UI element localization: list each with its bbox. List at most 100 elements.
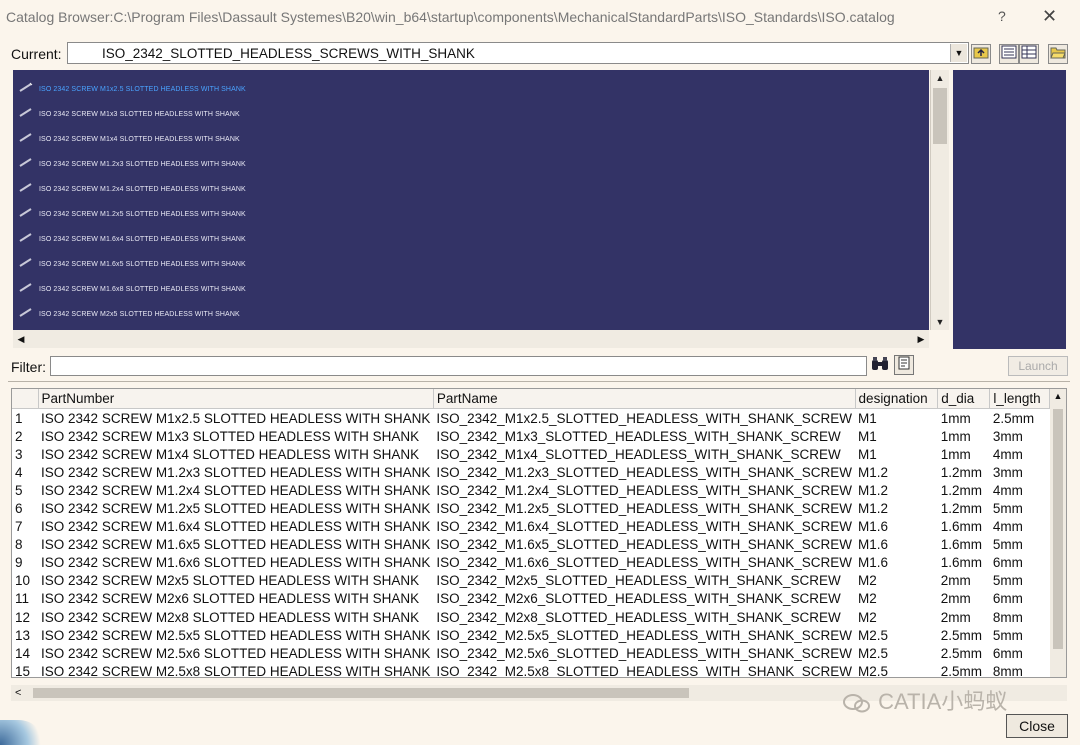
cell-l-length: 6mm bbox=[992, 591, 1023, 607]
cell-designation: M1.2 bbox=[858, 464, 889, 480]
table-row[interactable]: 6 ISO 2342 SCREW M1.2x5 SLOTTED HEADLESS … bbox=[12, 499, 1066, 517]
cell-d-dia: 2.5mm bbox=[940, 627, 983, 643]
table-row[interactable]: 13 ISO 2342 SCREW M2.5x5 SLOTTED HEADLESS… bbox=[12, 626, 1066, 644]
detail-view-icon[interactable] bbox=[1019, 44, 1039, 64]
launch-button[interactable]: Launch bbox=[1008, 356, 1068, 376]
scroll-up-arrow-icon[interactable]: ▲ bbox=[931, 70, 949, 86]
preview-item-label: ISO 2342 SCREW M1x4 SLOTTED HEADLESS WIT… bbox=[39, 136, 240, 143]
cell-designation: M1.2 bbox=[858, 501, 889, 517]
preview-item[interactable]: ISO 2342 SCREW M1x3 SLOTTED HEADLESS WIT… bbox=[13, 103, 929, 125]
table-row[interactable]: 5 ISO 2342 SCREW M1.2x4 SLOTTED HEADLESS … bbox=[12, 481, 1066, 499]
scroll-right-arrow-icon[interactable]: ▶ bbox=[913, 330, 929, 348]
parts-table[interactable]: PartNumber PartName designation d_dia l_… bbox=[11, 388, 1067, 678]
preview-horizontal-scrollbar[interactable]: ◀ ▶ bbox=[13, 330, 929, 348]
cell-index: 5 bbox=[15, 482, 23, 498]
cell-d-dia: 1.6mm bbox=[940, 519, 983, 535]
cell-index: 11 bbox=[15, 591, 30, 607]
pencil-icon bbox=[19, 82, 33, 92]
current-value: ISO_2342_SLOTTED_HEADLESS_SCREWS_WITH_SH… bbox=[102, 46, 475, 61]
column-header-partname[interactable]: PartName bbox=[433, 389, 856, 409]
table-row[interactable]: 9 ISO 2342 SCREW M1.6x6 SLOTTED HEADLESS … bbox=[12, 554, 1066, 572]
help-button[interactable]: ? bbox=[998, 8, 1006, 24]
preview-item-label: ISO 2342 SCREW M1.6x5 SLOTTED HEADLESS W… bbox=[39, 261, 246, 268]
pencil-icon bbox=[19, 308, 32, 317]
cell-l-length: 5mm bbox=[992, 627, 1023, 643]
column-header-l-length[interactable]: l_length bbox=[989, 389, 1051, 409]
current-combo[interactable]: ISO_2342_SLOTTED_HEADLESS_SCREWS_WITH_SH… bbox=[67, 42, 969, 64]
folder-up-icon[interactable] bbox=[971, 44, 991, 64]
table-row[interactable]: 2 ISO 2342 SCREW M1x3 SLOTTED HEADLESS WI… bbox=[12, 427, 1066, 445]
cell-partnumber: ISO 2342 SCREW M1.2x4 SLOTTED HEADLESS W… bbox=[41, 482, 431, 498]
cell-d-dia: 2mm bbox=[940, 609, 971, 625]
cell-index: 6 bbox=[15, 501, 23, 517]
preview-item[interactable]: ISO 2342 SCREW M1x4 SLOTTED HEADLESS WIT… bbox=[13, 128, 929, 150]
scroll-thumb[interactable] bbox=[1053, 409, 1063, 649]
preview-panel[interactable]: ISO 2342 SCREW M1x2.5 SLOTTED HEADLESS W… bbox=[13, 70, 929, 330]
table-vertical-scrollbar[interactable]: ▲ bbox=[1050, 389, 1066, 677]
cell-partnumber: ISO 2342 SCREW M1x3 SLOTTED HEADLESS WIT… bbox=[41, 428, 420, 444]
preview-item[interactable]: ISO 2342 SCREW M1.6x4 SLOTTED HEADLESS W… bbox=[13, 228, 929, 250]
preview-item[interactable]: ISO 2342 SCREW M1.2x5 SLOTTED HEADLESS W… bbox=[13, 203, 929, 225]
filter-options-icon[interactable] bbox=[894, 355, 914, 375]
scroll-down-arrow-icon[interactable]: ▼ bbox=[931, 314, 949, 330]
column-header-index[interactable] bbox=[12, 389, 39, 409]
preview-item[interactable]: ISO 2342 SCREW M1.2x4 SLOTTED HEADLESS W… bbox=[13, 178, 929, 200]
chevron-down-icon[interactable]: ▼ bbox=[950, 44, 967, 62]
cell-partnumber: ISO 2342 SCREW M1.6x4 SLOTTED HEADLESS W… bbox=[41, 519, 431, 535]
scroll-left-arrow-icon[interactable]: ◀ bbox=[13, 330, 29, 348]
pencil-icon bbox=[19, 183, 32, 192]
table-row[interactable]: 10 ISO 2342 SCREW M2x5 SLOTTED HEADLESS W… bbox=[12, 572, 1066, 590]
scroll-thumb[interactable] bbox=[33, 688, 689, 698]
table-row[interactable]: 12 ISO 2342 SCREW M2x8 SLOTTED HEADLESS W… bbox=[12, 608, 1066, 626]
pencil-icon bbox=[19, 108, 32, 117]
column-header-d-dia[interactable]: d_dia bbox=[937, 389, 991, 409]
scroll-up-arrow-icon[interactable]: ▲ bbox=[1050, 391, 1066, 401]
scroll-left-arrow-icon[interactable]: < bbox=[15, 685, 21, 701]
preview-vertical-scrollbar[interactable]: ▲ ▼ bbox=[930, 70, 949, 330]
cell-d-dia: 2.5mm bbox=[940, 645, 983, 661]
table-row[interactable]: 1 ISO 2342 SCREW M1x2.5 SLOTTED HEADLESS … bbox=[12, 409, 1066, 428]
preview-item-label: ISO 2342 SCREW M1x3 SLOTTED HEADLESS WIT… bbox=[39, 111, 240, 118]
preview-item[interactable]: ISO 2342 SCREW M1x2.5 SLOTTED HEADLESS W… bbox=[13, 78, 929, 100]
table-row[interactable]: 11 ISO 2342 SCREW M2x6 SLOTTED HEADLESS W… bbox=[12, 590, 1066, 608]
table-row[interactable]: 14 ISO 2342 SCREW M2.5x6 SLOTTED HEADLESS… bbox=[12, 644, 1066, 662]
open-folder-icon[interactable] bbox=[1048, 44, 1068, 64]
pencil-icon bbox=[19, 158, 32, 167]
cell-l-length: 3mm bbox=[992, 428, 1023, 444]
cell-d-dia: 1mm bbox=[940, 428, 971, 444]
cell-l-length: 8mm bbox=[992, 663, 1023, 678]
pencil-icon bbox=[19, 233, 32, 242]
window-close-button[interactable]: ✕ bbox=[1042, 6, 1057, 27]
preview-item-label: ISO 2342 SCREW M1.6x4 SLOTTED HEADLESS W… bbox=[39, 236, 246, 243]
preview-item[interactable]: ISO 2342 SCREW M1.6x8 SLOTTED HEADLESS W… bbox=[13, 278, 929, 300]
pencil-icon bbox=[19, 133, 32, 142]
column-header-partnumber[interactable]: PartNumber bbox=[38, 389, 434, 409]
filter-input[interactable] bbox=[50, 356, 867, 376]
table-row[interactable]: 3 ISO 2342 SCREW M1x4 SLOTTED HEADLESS WI… bbox=[12, 445, 1066, 463]
title-bar: Catalog Browser:C:\Program Files\Dassaul… bbox=[0, 0, 1080, 35]
cell-partnumber: ISO 2342 SCREW M2.5x5 SLOTTED HEADLESS W… bbox=[41, 627, 431, 643]
cell-designation: M1 bbox=[858, 428, 877, 444]
table-row[interactable]: 15 ISO 2342 SCREW M2.5x8 SLOTTED HEADLESS… bbox=[12, 662, 1066, 678]
preview-item[interactable]: ISO 2342 SCREW M1.2x3 SLOTTED HEADLESS W… bbox=[13, 153, 929, 175]
column-header-designation[interactable]: designation bbox=[855, 389, 939, 409]
close-button[interactable]: Close bbox=[1006, 714, 1068, 738]
cell-partname: ISO_2342_M2x5_SLOTTED_HEADLESS_WITH_SHAN… bbox=[436, 573, 841, 589]
cell-l-length: 4mm bbox=[992, 482, 1023, 498]
table-row[interactable]: 4 ISO 2342 SCREW M1.2x3 SLOTTED HEADLESS … bbox=[12, 463, 1066, 481]
corner-decoration bbox=[0, 720, 44, 745]
binoculars-icon[interactable] bbox=[870, 356, 890, 376]
pencil-icon bbox=[19, 283, 32, 292]
cell-d-dia: 1mm bbox=[940, 446, 971, 462]
table-row[interactable]: 8 ISO 2342 SCREW M1.6x5 SLOTTED HEADLESS … bbox=[12, 536, 1066, 554]
list-view-icon[interactable] bbox=[999, 44, 1019, 64]
scroll-thumb[interactable] bbox=[933, 88, 947, 144]
cell-designation: M1 bbox=[858, 446, 877, 462]
table-row[interactable]: 7 ISO 2342 SCREW M1.6x4 SLOTTED HEADLESS … bbox=[12, 518, 1066, 536]
preview-item[interactable]: ISO 2342 SCREW M2x5 SLOTTED HEADLESS WIT… bbox=[13, 303, 929, 325]
cell-designation: M1.6 bbox=[858, 537, 889, 553]
cell-partnumber: ISO 2342 SCREW M2x5 SLOTTED HEADLESS WIT… bbox=[41, 573, 420, 589]
preview-item[interactable]: ISO 2342 SCREW M1.6x5 SLOTTED HEADLESS W… bbox=[13, 253, 929, 275]
cell-index: 1 bbox=[15, 410, 23, 426]
cell-index: 8 bbox=[15, 537, 23, 553]
